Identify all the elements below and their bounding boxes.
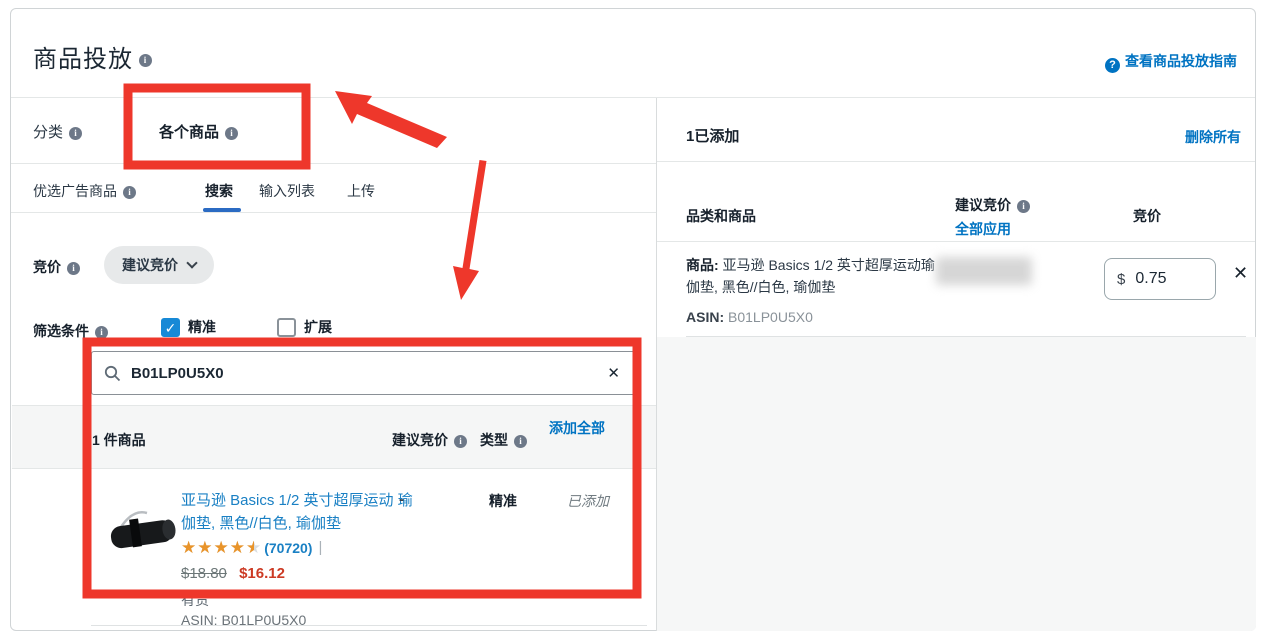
column-suggested-bid: 建议竞价 i — [392, 430, 467, 450]
checkbox-expanded[interactable]: 扩展 — [277, 317, 332, 337]
chevron-down-icon — [186, 257, 197, 268]
info-icon[interactable]: i — [454, 435, 467, 448]
column-category-product: 品类和商品 — [686, 206, 756, 226]
added-count-title: 1已添加 — [686, 125, 739, 146]
tab-categories[interactable]: 分类 i — [33, 121, 82, 142]
product-row-divider — [91, 625, 647, 626]
search-box[interactable]: ✕ — [91, 351, 637, 395]
page-title-text: 商品投放 — [33, 46, 133, 73]
clear-search-icon[interactable]: ✕ — [603, 362, 624, 384]
bid-value-input[interactable] — [1135, 270, 1189, 288]
checkbox-exact[interactable]: ✓ 精准 — [161, 317, 216, 337]
added-item-prefix: 商品: — [686, 257, 719, 273]
info-icon[interactable]: i — [514, 435, 527, 448]
info-icon[interactable]: i — [95, 326, 108, 339]
checkbox-exact-label: 精准 — [188, 317, 216, 337]
column-right-suggested-bid: 建议竞价 i 全部应用 — [955, 195, 1030, 239]
help-icon: ? — [1105, 58, 1120, 73]
product-title-link[interactable]: 亚马逊 Basics 1/2 英寸超厚运动 瑜伽垫, 黑色//白色, 瑜伽垫 — [181, 489, 419, 536]
product-price: $18.80 $16.12 — [181, 565, 285, 582]
subtab-upload[interactable]: 上传 — [347, 181, 375, 201]
search-input[interactable] — [131, 365, 603, 382]
right-header-divider — [657, 161, 1255, 162]
subtabs-divider — [11, 212, 656, 213]
checkbox-expanded-label: 扩展 — [304, 317, 332, 337]
apply-all-link[interactable]: 全部应用 — [955, 219, 1030, 239]
new-price: $16.12 — [239, 565, 285, 582]
guide-link[interactable]: ? 查看商品投放指南 — [1105, 51, 1237, 73]
results-table-header: 1 件商品 建议竞价 i 类型 i 添加全部 — [12, 405, 656, 469]
subtab-upload-label: 上传 — [347, 183, 375, 199]
info-icon[interactable]: i — [1017, 200, 1030, 213]
info-icon[interactable]: i — [139, 54, 152, 67]
header-divider — [11, 97, 1255, 98]
remove-all-button[interactable]: 删除所有 — [1185, 127, 1241, 147]
info-icon[interactable]: i — [123, 186, 136, 199]
info-icon[interactable]: i — [67, 262, 80, 275]
subtab-suggested[interactable]: 优选广告商品 i — [33, 181, 136, 201]
suggested-bid-dropdown[interactable]: 建议竞价 — [104, 246, 214, 284]
column-right-bid: 竞价 — [1133, 206, 1161, 226]
right-panel-empty-area — [657, 337, 1256, 631]
stars-fill: ★★★★★ — [181, 539, 254, 556]
info-icon[interactable]: i — [69, 127, 82, 140]
product-targeting-card: 商品投放 i ? 查看商品投放指南 分类 i 各个商品 i 优选广告商品 i 搜索 输入列… — [10, 8, 1256, 631]
bid-label: 竞价 i — [33, 257, 80, 277]
column-type: 类型 i — [480, 430, 527, 450]
info-icon[interactable]: i — [225, 127, 238, 140]
tab-categories-label: 分类 — [33, 124, 63, 141]
filter-label: 筛选条件 i — [33, 321, 108, 341]
currency-symbol: $ — [1117, 271, 1125, 288]
product-image-yoga-mat — [107, 497, 179, 569]
bid-input-box[interactable]: $ — [1104, 258, 1216, 300]
suggested-bid-dropdown-value: 建议竞价 — [122, 255, 178, 275]
tab-individual-products[interactable]: 各个商品 i — [159, 121, 238, 142]
right-columns-divider — [657, 241, 1255, 242]
rating-separator: | — [318, 539, 322, 556]
product-added-status: 已添加 — [567, 491, 609, 511]
checkbox-checked-icon[interactable]: ✓ — [161, 318, 180, 337]
subtab-suggested-label: 优选广告商品 — [33, 183, 117, 199]
column-type-label: 类型 — [480, 432, 508, 448]
filter-label-text: 筛选条件 — [33, 323, 89, 339]
redacted-suggested-bid — [936, 257, 1032, 285]
bid-label-text: 竞价 — [33, 259, 61, 275]
results-count: 1 件商品 — [92, 430, 146, 450]
subtab-search[interactable]: 搜索 — [205, 181, 233, 201]
subtab-search-label: 搜索 — [205, 183, 233, 199]
added-item-title-text: 亚马逊 Basics 1/2 英寸超厚运动瑜伽垫, 黑色//白色, 瑜伽垫 — [686, 257, 935, 295]
page-title: 商品投放 i — [33, 39, 152, 74]
added-item-title: 商品: 亚马逊 Basics 1/2 英寸超厚运动瑜伽垫, 黑色//白色, 瑜伽… — [686, 254, 938, 299]
added-item-asin-value: B01LP0U5X0 — [724, 309, 813, 325]
product-rating: ★★★★★ ★★★★★ (70720) | — [181, 539, 322, 556]
guide-link-text: 查看商品投放指南 — [1125, 53, 1237, 69]
column-right-suggested-bid-label: 建议竞价 — [955, 197, 1011, 213]
rating-count: (70720) — [264, 540, 312, 556]
old-price: $18.80 — [181, 565, 227, 582]
tab-individual-products-label: 各个商品 — [159, 124, 219, 141]
product-type: 精准 — [489, 491, 517, 511]
product-suggested-bid: - — [399, 491, 404, 508]
add-all-button[interactable]: 添加全部 — [546, 418, 608, 438]
remove-item-icon[interactable]: ✕ — [1233, 263, 1248, 284]
added-item-asin: ASIN: B01LP0U5X0 — [686, 309, 813, 325]
search-icon — [104, 365, 121, 382]
screenshot-stage: 商品投放 i ? 查看商品投放指南 分类 i 各个商品 i 优选广告商品 i 搜索 输入列… — [0, 0, 1266, 640]
added-item-asin-prefix: ASIN: — [686, 309, 724, 325]
stock-status: 有货 — [181, 590, 209, 610]
subtab-enter-list-label: 输入列表 — [259, 183, 315, 199]
star-rating-icon: ★★★★★ ★★★★★ — [181, 539, 262, 556]
tabs-divider — [11, 163, 656, 164]
column-suggested-bid-label: 建议竞价 — [392, 432, 448, 448]
subtab-enter-list[interactable]: 输入列表 — [259, 181, 315, 201]
checkbox-unchecked-icon[interactable] — [277, 318, 296, 337]
